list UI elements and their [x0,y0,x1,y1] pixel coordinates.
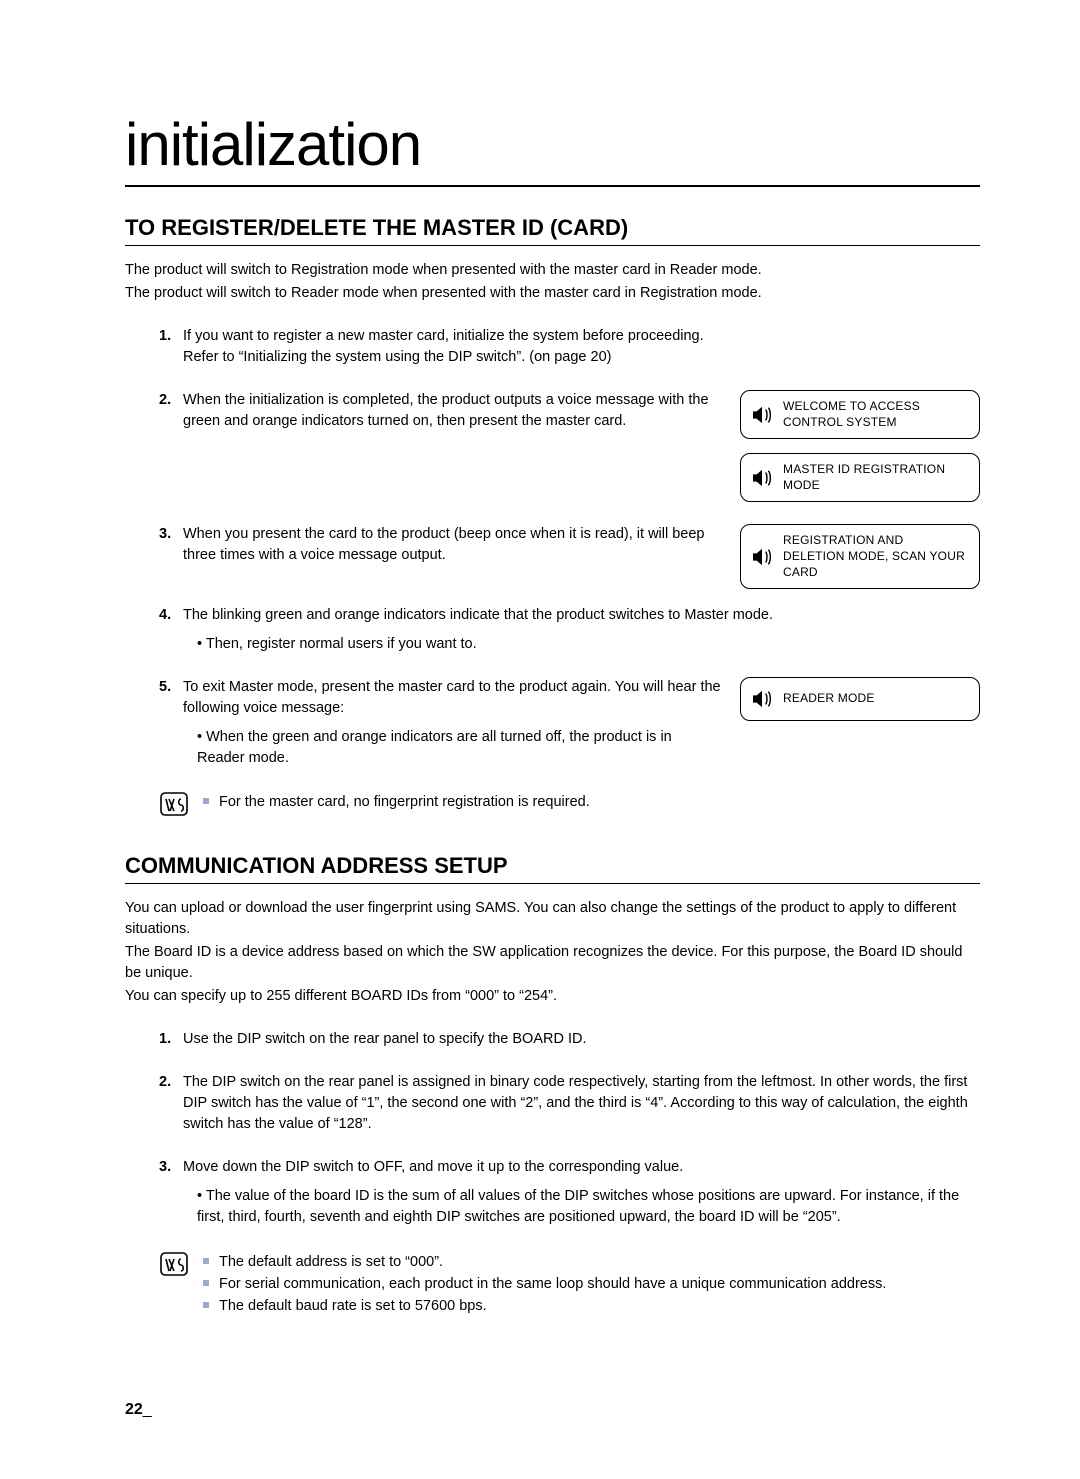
step-text: To exit Master mode, present the master … [183,679,721,716]
voice-message-box: MASTER ID REGISTRATION MODE [740,453,980,502]
speaker-icon [751,690,773,708]
note-list: For the master card, no fingerprint regi… [203,791,590,813]
step-text: Move down the DIP switch to OFF, and mov… [183,1159,683,1175]
section-heading-comm-address: COMMUNICATION ADDRESS SETUP [125,853,980,884]
body-paragraph: You can specify up to 255 different BOAR… [125,986,980,1007]
step-text: Use the DIP switch on the rear panel to … [183,1031,587,1047]
step-number: 2. [159,390,171,411]
step-subbullet: When the green and orange indicators are… [183,727,722,769]
note-item: For serial communication, each product i… [203,1273,886,1295]
step-item: 2. The DIP switch on the rear panel is a… [125,1072,980,1135]
body-paragraph: You can upload or download the user fing… [125,898,980,940]
voice-message-box: REGISTRATION AND DELETION MODE, SCAN YOU… [740,524,980,589]
steps-list: 1. If you want to register a new master … [125,326,980,769]
note-icon [159,791,189,817]
speaker-icon [751,406,773,424]
voice-message-text: WELCOME TO ACCESS CONTROL SYSTEM [783,399,967,430]
voice-message-text: REGISTRATION AND DELETION MODE, SCAN YOU… [783,533,967,580]
step-item: 3. When you present the card to the prod… [125,524,980,589]
note-item: The default baud rate is set to 57600 bp… [203,1295,886,1317]
step-number: 5. [159,677,171,698]
note-icon [159,1251,189,1277]
page-number: 22_ [125,1401,154,1419]
step-item: 1. Use the DIP switch on the rear panel … [125,1029,980,1050]
step-item: 1. If you want to register a new master … [125,326,980,368]
step-number: 2. [159,1072,171,1093]
note-item: For the master card, no fingerprint regi… [203,791,590,813]
intro-text: The product will switch to Registration … [125,260,980,281]
step-item: 5. To exit Master mode, present the mast… [125,677,980,769]
step-item: 4. The blinking green and orange indicat… [125,605,980,655]
speaker-icon [751,548,773,566]
voice-message-text: MASTER ID REGISTRATION MODE [783,462,967,493]
speaker-icon [751,469,773,487]
step-subbullet: The value of the board ID is the sum of … [183,1186,980,1228]
step-text: When you present the card to the product… [183,526,705,563]
voice-message-box: READER MODE [740,677,980,721]
voice-message-text: READER MODE [783,691,875,707]
step-number: 3. [159,524,171,545]
step-number: 1. [159,326,171,347]
chapter-title: initialization [125,110,980,187]
step-subbullet: Then, register normal users if you want … [183,634,980,655]
voice-message-box: WELCOME TO ACCESS CONTROL SYSTEM [740,390,980,439]
step-item: 2. When the initialization is completed,… [125,390,980,502]
step-text: Refer to “Initializing the system using … [183,349,612,365]
step-number: 1. [159,1029,171,1050]
section-heading-register-master: TO REGISTER/DELETE THE MASTER ID (CARD) [125,215,980,246]
steps-list: 1. Use the DIP switch on the rear panel … [125,1029,980,1228]
step-number: 4. [159,605,171,626]
body-paragraph: The Board ID is a device address based o… [125,942,980,984]
intro-text: The product will switch to Reader mode w… [125,283,980,304]
note-item: The default address is set to “000”. [203,1251,886,1273]
step-text: The DIP switch on the rear panel is assi… [183,1074,968,1132]
manual-page: initialization TO REGISTER/DELETE THE MA… [0,0,1080,1479]
note-block: The default address is set to “000”. For… [159,1251,980,1318]
note-block: For the master card, no fingerprint regi… [159,791,980,817]
step-item: 3. Move down the DIP switch to OFF, and … [125,1157,980,1228]
step-text: When the initialization is completed, th… [183,392,709,429]
step-text: The blinking green and orange indicators… [183,607,773,623]
step-number: 3. [159,1157,171,1178]
note-list: The default address is set to “000”. For… [203,1251,886,1318]
step-text: If you want to register a new master car… [183,328,704,344]
